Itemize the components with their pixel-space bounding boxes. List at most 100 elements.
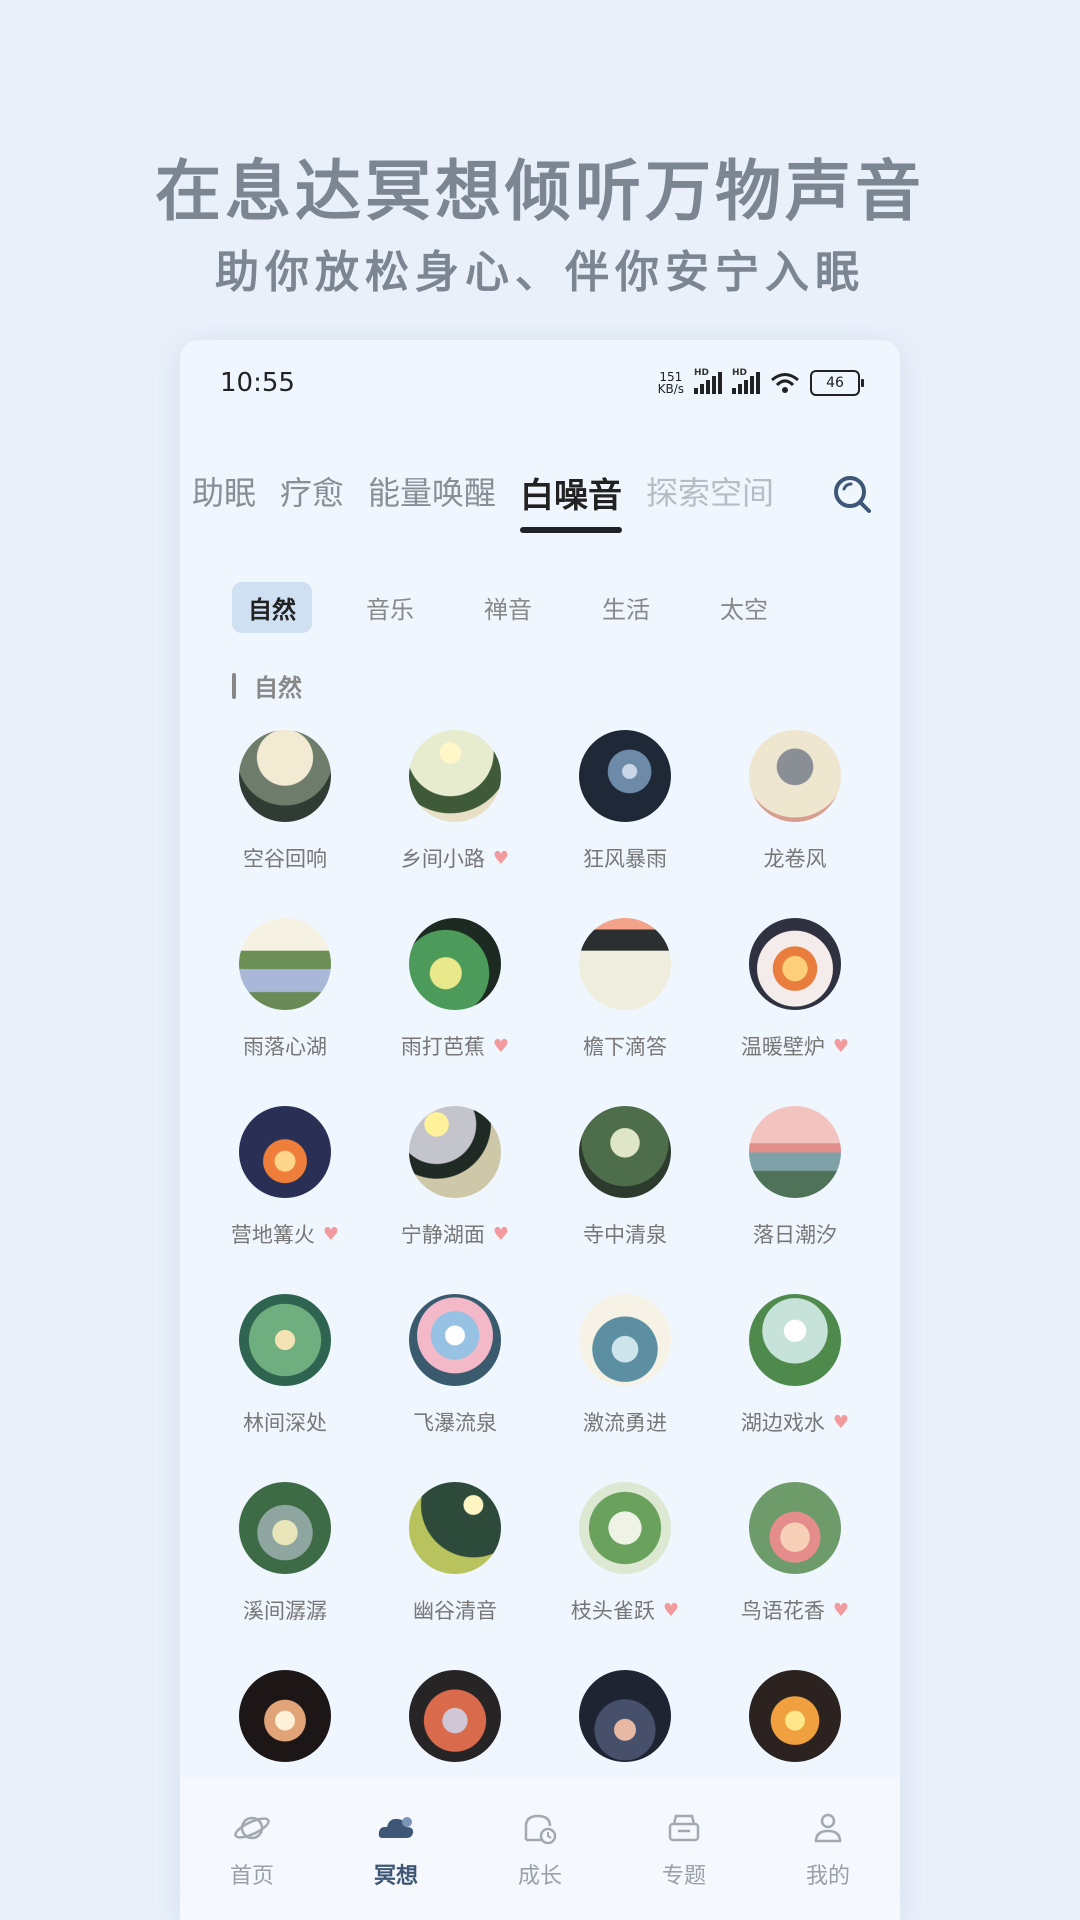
sound-label: 乡间小路 (400, 847, 485, 871)
net-speed: 151 KB/s (658, 371, 684, 395)
sound-item[interactable]: 温暖壁炉 ♥ (710, 918, 880, 1060)
sound-label: 枝头雀跃 (570, 1599, 655, 1623)
search-icon[interactable] (830, 472, 874, 516)
flower-garden-icon (749, 1482, 841, 1574)
heart-icon[interactable]: ♥ (833, 1036, 849, 1057)
sound-item[interactable]: 雨落心湖 (200, 918, 370, 1060)
nav-growth[interactable]: 成长 (480, 1808, 600, 1890)
nav-label: 专题 (661, 1864, 706, 1889)
country-road-icon (409, 730, 501, 822)
sound-item[interactable]: 寺中清泉 (540, 1106, 710, 1248)
storm-icon (579, 730, 671, 822)
tab-sleep[interactable]: 助眠 (192, 468, 256, 524)
campfire-icon (239, 1106, 331, 1198)
lakeside-icon (749, 1294, 841, 1386)
sound-label: 幽谷清音 (413, 1599, 497, 1623)
nav-topics[interactable]: 专题 (624, 1808, 744, 1890)
sound-name: 雨落心湖 (243, 1032, 327, 1060)
sound-item[interactable]: 营地篝火 ♥ (200, 1106, 370, 1248)
planet-icon (234, 1816, 270, 1840)
bottom-nav: 首页 冥想 成长 专题 我的 (180, 1778, 900, 1920)
sound-name: 寺中清泉 (583, 1220, 667, 1248)
nav-meditate[interactable]: 冥想 (336, 1808, 456, 1890)
sound-label: 落日潮汐 (753, 1223, 837, 1247)
sound-item[interactable]: 湖边戏水 ♥ (710, 1294, 880, 1436)
sound-label: 鸟语花香 (740, 1599, 825, 1623)
chip-zen[interactable]: 禅音 (468, 582, 548, 633)
sound-item[interactable]: 溪间潺潺 (200, 1482, 370, 1624)
status-bar: 10:55 151 KB/s HD HD 46 (180, 340, 900, 430)
sound-item[interactable] (540, 1670, 710, 1762)
sound-name: 龙卷风 (764, 844, 827, 872)
sound-label: 狂风暴雨 (583, 847, 667, 871)
heart-icon[interactable]: ♥ (663, 1600, 679, 1621)
sound-item[interactable]: 狂风暴雨 (540, 730, 710, 872)
chip-nature[interactable]: 自然 (232, 582, 312, 633)
sound-label: 寺中清泉 (583, 1223, 667, 1247)
chip-music[interactable]: 音乐 (350, 582, 430, 633)
sound-label: 温暖壁炉 (740, 1035, 825, 1059)
night-smoke-icon (579, 1670, 671, 1762)
sound-name: 宁静湖面 ♥ (401, 1220, 509, 1248)
status-time: 10:55 (220, 368, 295, 398)
section-header: 自然 (232, 668, 302, 703)
heart-icon[interactable]: ♥ (833, 1600, 849, 1621)
sound-item[interactable]: 雨打芭蕉 ♥ (370, 918, 540, 1060)
sound-item[interactable]: 龙卷风 (710, 730, 880, 872)
heart-icon[interactable]: ♥ (833, 1412, 849, 1433)
nav-home[interactable]: 首页 (192, 1808, 312, 1890)
waterfall-icon (409, 1294, 501, 1386)
calm-lake-icon (409, 1106, 501, 1198)
sound-item[interactable] (710, 1670, 880, 1762)
sound-label: 空谷回响 (243, 847, 327, 871)
sound-item[interactable]: 檐下滴答 (540, 918, 710, 1060)
sound-item[interactable] (200, 1670, 370, 1762)
sound-name: 温暖壁炉 ♥ (741, 1032, 849, 1060)
banana-leaf-icon (409, 918, 501, 1010)
sound-label: 激流勇进 (583, 1411, 667, 1435)
charcoal-icon (409, 1670, 501, 1762)
sound-item[interactable]: 乡间小路 ♥ (370, 730, 540, 872)
sound-label: 雨落心湖 (243, 1035, 327, 1059)
tab-explore[interactable]: 探索空间 (646, 468, 774, 524)
heart-icon[interactable]: ♥ (493, 848, 509, 869)
sound-item[interactable]: 幽谷清音 (370, 1482, 540, 1624)
chip-life[interactable]: 生活 (586, 582, 666, 633)
sound-item[interactable]: 枝头雀跃 ♥ (540, 1482, 710, 1624)
sound-item[interactable]: 飞瀑流泉 (370, 1294, 540, 1436)
sound-name: 空谷回响 (243, 844, 327, 872)
heart-icon[interactable]: ♥ (323, 1224, 339, 1245)
sound-item[interactable]: 落日潮汐 (710, 1106, 880, 1248)
sound-label: 营地篝火 (230, 1223, 315, 1247)
signal-icon: HD (732, 368, 760, 394)
sound-label: 雨打芭蕉 (400, 1035, 485, 1059)
sound-name: 鸟语花香 ♥ (741, 1596, 849, 1624)
sound-name: 乡间小路 ♥ (401, 844, 509, 872)
sound-item[interactable]: 激流勇进 (540, 1294, 710, 1436)
moon-valley-icon (409, 1482, 501, 1574)
sound-label: 溪间潺潺 (243, 1599, 327, 1623)
chip-space[interactable]: 太空 (704, 582, 784, 633)
battery-icon: 46 (810, 370, 864, 396)
tab-energy[interactable]: 能量唤醒 (368, 468, 496, 524)
sunset-tide-icon (749, 1106, 841, 1198)
sound-label: 檐下滴答 (583, 1035, 667, 1059)
heart-icon[interactable]: ♥ (493, 1036, 509, 1057)
nav-label: 冥想 (373, 1864, 418, 1889)
sound-item[interactable] (370, 1670, 540, 1762)
box-icon (668, 1814, 700, 1842)
sound-item[interactable]: 林间深处 (200, 1294, 370, 1436)
tab-healing[interactable]: 疗愈 (280, 468, 344, 524)
nav-profile[interactable]: 我的 (768, 1808, 888, 1890)
section-title: 自然 (254, 674, 302, 702)
creek-icon (239, 1482, 331, 1574)
sound-item[interactable]: 空谷回响 (200, 730, 370, 872)
rain-lake-icon (239, 918, 331, 1010)
heart-icon[interactable]: ♥ (493, 1224, 509, 1245)
sound-item[interactable]: 鸟语花香 ♥ (710, 1482, 880, 1624)
sound-item[interactable]: 宁静湖面 ♥ (370, 1106, 540, 1248)
growth-icon (524, 1814, 557, 1845)
tab-white-noise[interactable]: 白噪音 (520, 468, 623, 533)
sound-label: 林间深处 (243, 1411, 327, 1435)
sound-label: 宁静湖面 (400, 1223, 485, 1247)
